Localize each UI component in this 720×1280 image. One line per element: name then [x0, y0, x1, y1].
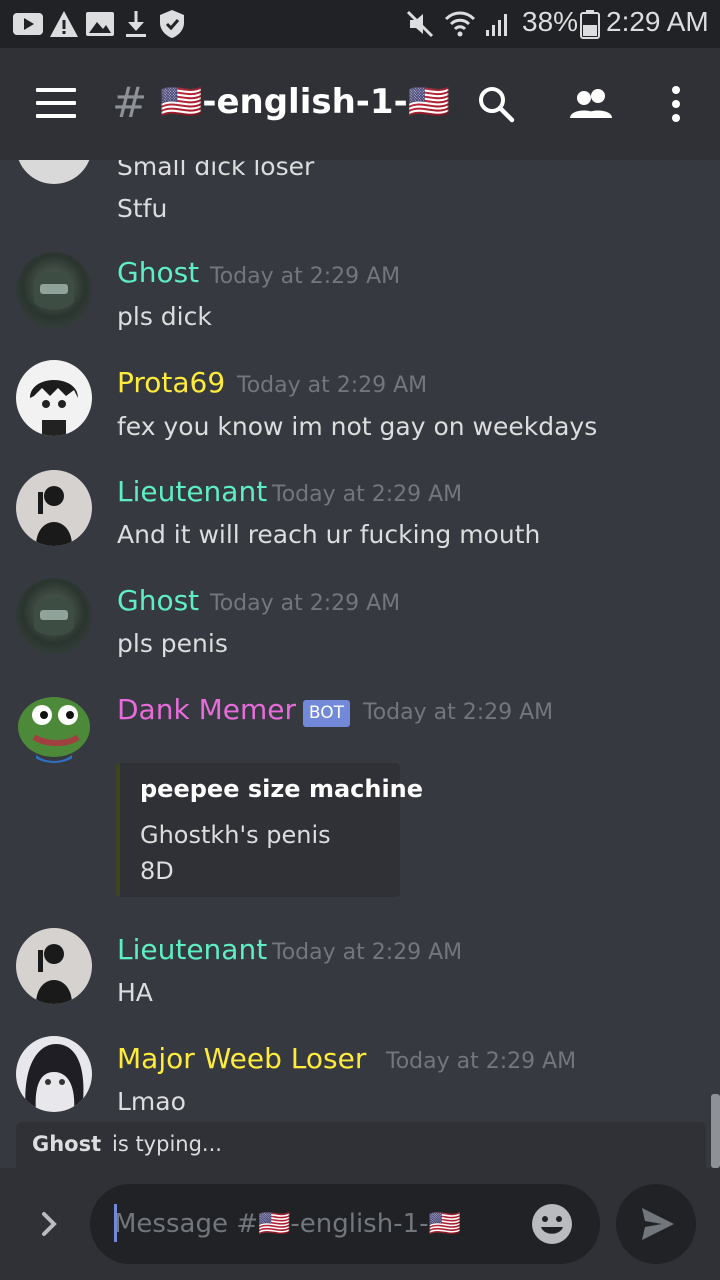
message-text: Lmao	[117, 1087, 186, 1116]
chevron-right-icon[interactable]	[36, 1208, 64, 1240]
doom-helmet-icon	[34, 271, 74, 310]
download-icon	[126, 11, 146, 37]
wifi-icon	[444, 11, 476, 37]
message-timestamp: Today at 2:29 AM	[272, 940, 463, 965]
message-text: Small dick loser	[117, 160, 315, 181]
channel-title: 🇺🇸-english-1-🇺🇸	[160, 82, 451, 122]
anime-avatar-icon	[30, 380, 78, 436]
menu-icon[interactable]	[36, 88, 76, 120]
send-button[interactable]	[616, 1184, 696, 1264]
avatar[interactable]	[16, 687, 92, 763]
avatar[interactable]	[16, 1036, 92, 1112]
composer-bar	[0, 1168, 720, 1280]
pepe-frog-icon	[18, 697, 90, 763]
doom-helmet-icon	[34, 597, 74, 636]
send-icon	[642, 1208, 674, 1240]
message-input-container[interactable]	[90, 1184, 600, 1264]
channel-header: # 🇺🇸-english-1-🇺🇸	[0, 48, 720, 160]
message-timestamp: Today at 2:29 AM	[237, 373, 428, 398]
message-list[interactable]: Small dick loser Stfu Ghost Today at 2:2…	[0, 160, 720, 1120]
battery-percent: 38%	[522, 6, 579, 37]
message-input[interactable]	[114, 1202, 514, 1246]
embed-title: peepee size machine	[140, 775, 424, 803]
battery-icon	[580, 10, 600, 39]
avatar[interactable]	[16, 360, 92, 436]
warning-icon	[50, 11, 78, 37]
message-text: pls penis	[117, 629, 228, 658]
message-author[interactable]: Prota69	[117, 366, 225, 399]
typing-text: is typing...	[112, 1132, 222, 1156]
text-cursor	[114, 1204, 117, 1242]
message-author[interactable]: Dank Memer	[117, 693, 296, 726]
avatar[interactable]	[16, 470, 92, 546]
message-text: Stfu	[117, 194, 168, 223]
embed-value: 8D	[140, 857, 174, 885]
soldier-avatar-icon	[36, 486, 72, 546]
message-timestamp: Today at 2:29 AM	[386, 1049, 577, 1074]
message-text: HA	[117, 978, 153, 1007]
status-bar: 38% 2:29 AM	[0, 0, 720, 48]
message-text: pls dick	[117, 302, 212, 331]
emoji-icon[interactable]	[530, 1202, 574, 1246]
message-author[interactable]: Ghost	[117, 256, 199, 289]
image-icon	[86, 12, 114, 36]
message-text: And it will reach ur fucking mouth	[117, 520, 541, 549]
clock: 2:29 AM	[606, 6, 709, 37]
members-icon[interactable]	[568, 84, 616, 124]
scrollbar[interactable]	[711, 1094, 720, 1168]
message-timestamp: Today at 2:29 AM	[210, 264, 401, 289]
message-author[interactable]: Ghost	[117, 584, 199, 617]
signal-icon	[486, 14, 507, 36]
avatar[interactable]	[16, 928, 92, 1004]
bot-embed: peepee size machine Ghostkh's penis 8D	[116, 763, 423, 897]
avatar[interactable]	[16, 252, 92, 328]
avatar[interactable]	[16, 160, 92, 184]
search-icon[interactable]	[476, 84, 516, 124]
more-options-icon[interactable]	[664, 84, 688, 124]
anime-girl-avatar-icon	[25, 1044, 84, 1112]
message-author[interactable]: Lieutenant	[117, 933, 267, 966]
message-timestamp: Today at 2:29 AM	[363, 700, 554, 725]
embed-field: Ghostkh's penis	[140, 821, 331, 849]
mute-icon	[406, 10, 434, 38]
typing-user: Ghost	[32, 1132, 102, 1156]
bot-badge: BOT	[303, 700, 350, 727]
soldier-avatar-icon	[36, 944, 72, 1004]
channel-hash: #	[112, 78, 148, 127]
message-author[interactable]: Lieutenant	[117, 475, 267, 508]
shield-icon	[160, 10, 184, 38]
message-timestamp: Today at 2:29 AM	[210, 591, 401, 616]
message-timestamp: Today at 2:29 AM	[272, 482, 463, 507]
message-author[interactable]: Major Weeb Loser	[117, 1042, 366, 1075]
youtube-icon	[13, 13, 43, 35]
typing-indicator: Ghost is typing...	[16, 1122, 706, 1168]
avatar[interactable]	[16, 578, 92, 654]
message-text: fex you know im not gay on weekdays	[117, 412, 598, 441]
